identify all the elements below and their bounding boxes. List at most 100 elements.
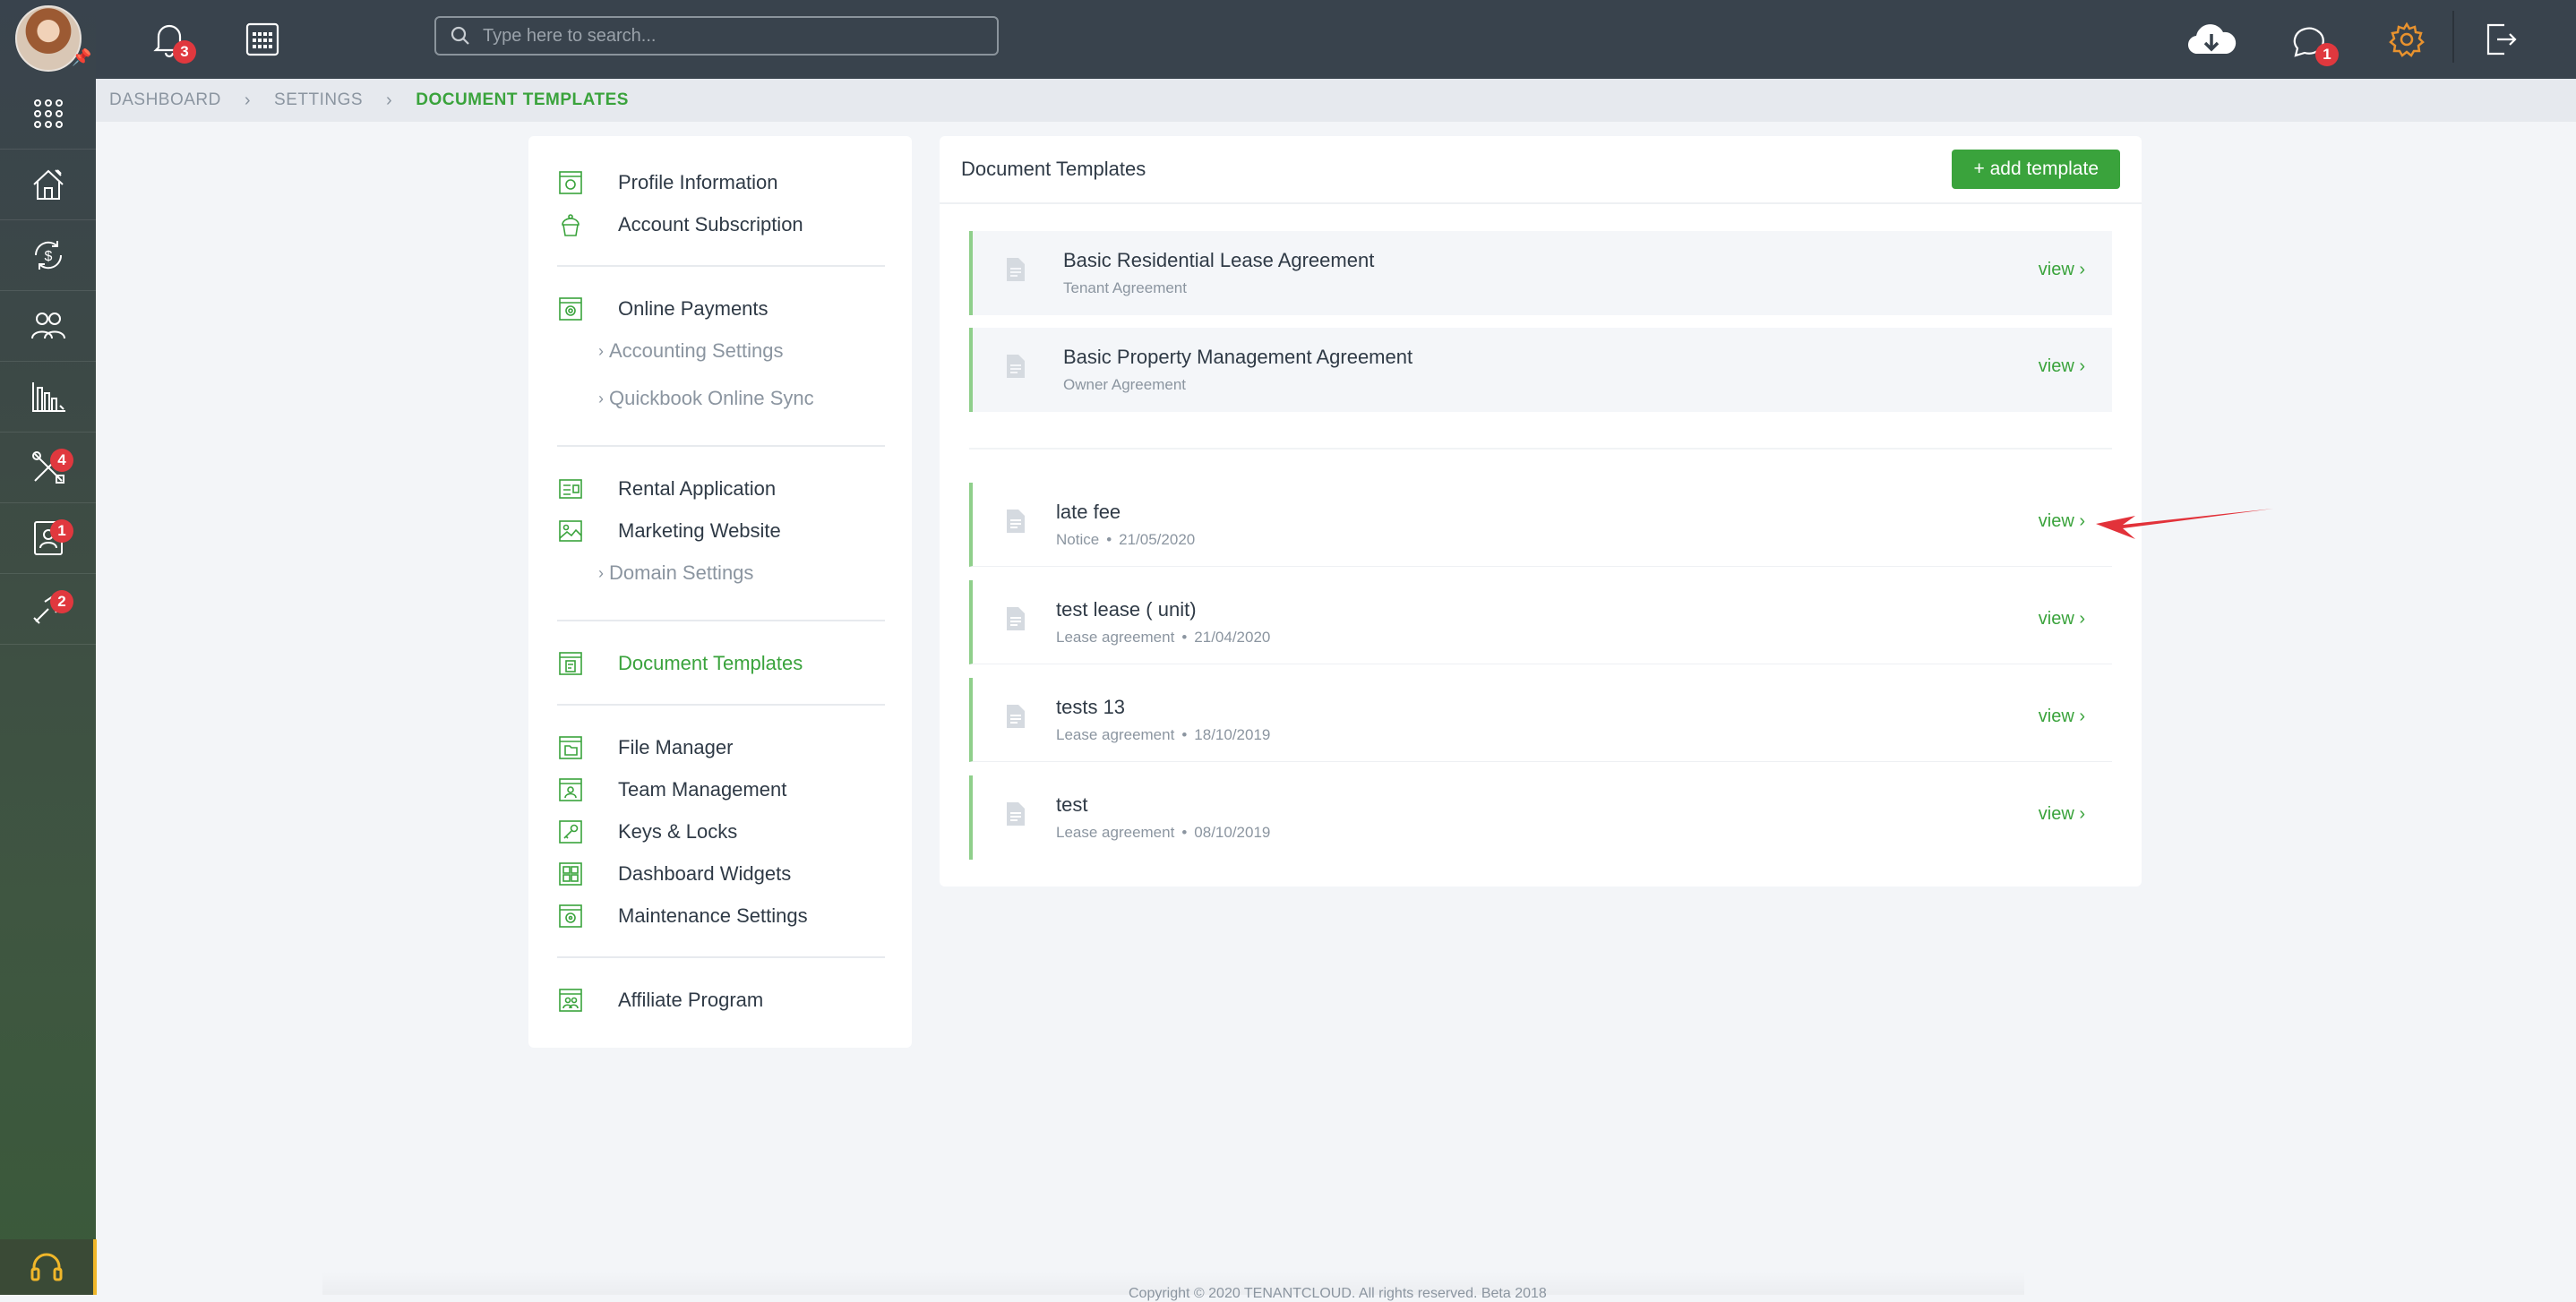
chevron-right-icon: › (2079, 804, 2085, 824)
nav-sub-quickbook-online-sync[interactable]: › Quickbook Online Sync (598, 381, 814, 416)
nav-item-document-templates[interactable]: Document Templates (557, 646, 803, 681)
sidebar-item-tenants[interactable]: 1 (0, 503, 96, 574)
breadcrumb-separator-icon: › (386, 90, 393, 110)
view-link[interactable]: view › (2039, 804, 2085, 825)
nav-divider (557, 704, 885, 706)
widgets-icon (557, 861, 584, 887)
money-cycle-icon: $ (34, 241, 62, 270)
nav-item-marketing-website[interactable]: Marketing Website (557, 513, 781, 549)
template-row[interactable]: test Lease agreement • 08/10/2019 view › (969, 775, 2112, 860)
image-icon (557, 518, 584, 544)
sidebar-item-people[interactable] (0, 291, 96, 362)
view-link[interactable]: view › (2039, 356, 2085, 377)
view-link[interactable]: view › (2039, 260, 2085, 280)
template-meta: Lease agreement • 08/10/2019 (1056, 824, 1271, 841)
add-template-button[interactable]: + add template (1952, 150, 2120, 189)
svg-text:$: $ (44, 249, 52, 264)
template-row[interactable]: late fee Notice • 21/05/2020 view › (969, 483, 2112, 567)
cloud-download-icon (2187, 24, 2237, 55)
template-row[interactable]: Basic Residential Lease Agreement Tenant… (969, 231, 2112, 315)
nav-item-profile-information[interactable]: Profile Information (557, 165, 778, 201)
integrations-badge: 2 (50, 590, 73, 613)
nav-sub-label: Quickbook Online Sync (609, 387, 814, 409)
home-icon (32, 169, 64, 200)
nav-label: Rental Application (618, 477, 777, 500)
chevron-right-icon: › (2079, 511, 2085, 531)
nav-item-account-subscription[interactable]: Account Subscription (557, 207, 803, 243)
sidebar-item-properties[interactable] (0, 150, 96, 220)
sidebar-item-integrations[interactable]: 2 (0, 574, 96, 645)
application-icon (557, 475, 584, 502)
search-input[interactable] (481, 24, 986, 47)
template-name: Basic Residential Lease Agreement (1063, 249, 1375, 271)
nav-item-keys-locks[interactable]: Keys & Locks (557, 814, 737, 850)
support-button[interactable] (0, 1239, 97, 1295)
breadcrumb-settings[interactable]: SETTINGS (274, 90, 363, 110)
bar-chart-icon (31, 382, 65, 412)
nav-item-online-payments[interactable]: Online Payments (557, 291, 769, 327)
template-meta: Notice • 21/05/2020 (1056, 531, 1196, 548)
nav-label: Dashboard Widgets (618, 862, 792, 885)
nav-item-team-management[interactable]: Team Management (557, 772, 786, 808)
template-meta: Lease agreement • 18/10/2019 (1056, 726, 1271, 743)
nav-sub-label: Domain Settings (609, 561, 754, 584)
sidebar-item-reports[interactable] (0, 362, 96, 433)
calendar-icon (245, 22, 279, 56)
chevron-right-icon: › (2079, 260, 2085, 279)
user-avatar-area[interactable]: 📌 (0, 0, 96, 79)
template-row[interactable]: Basic Property Management Agreement Owne… (969, 328, 2112, 412)
logout-button[interactable] (2485, 21, 2517, 57)
nav-item-dashboard-widgets[interactable]: Dashboard Widgets (557, 856, 791, 892)
calendar-button[interactable] (245, 21, 280, 57)
chevron-right-icon: › (2079, 356, 2085, 376)
document-icon (1005, 353, 1026, 384)
template-name: Basic Property Management Agreement (1063, 346, 1413, 368)
panel-header: Document Templates + add template (940, 136, 2142, 204)
view-link[interactable]: view › (2039, 511, 2085, 532)
nav-item-maintenance-settings[interactable]: Maintenance Settings (557, 898, 808, 934)
tenants-badge: 1 (50, 519, 73, 543)
template-name: test (1056, 793, 1088, 816)
settings-button[interactable] (2389, 21, 2425, 57)
nav-label: Marketing Website (618, 519, 781, 542)
document-icon (1005, 508, 1026, 539)
maintenance-icon (557, 903, 584, 929)
breadcrumb-dashboard[interactable]: DASHBOARD (109, 90, 221, 110)
view-link[interactable]: view › (2039, 609, 2085, 630)
sidebar-item-maintenance[interactable]: 4 (0, 433, 96, 503)
breadcrumb: DASHBOARD › SETTINGS › DOCUMENT TEMPLATE… (96, 79, 2576, 122)
search-box[interactable] (434, 16, 999, 56)
nav-sub-label: Accounting Settings (609, 339, 784, 362)
download-button[interactable] (2185, 21, 2237, 57)
messages-badge: 1 (2315, 43, 2339, 66)
template-name: tests 13 (1056, 696, 1126, 718)
chevron-right-icon: › (2079, 707, 2085, 726)
nav-label: File Manager (618, 736, 734, 758)
pin-icon[interactable]: 📌 (72, 48, 91, 67)
template-meta: Lease agreement • 21/04/2020 (1056, 629, 1271, 646)
maintenance-badge: 4 (50, 449, 73, 472)
template-row[interactable]: test lease ( unit) Lease agreement • 21/04… (969, 580, 2112, 664)
document-icon (1005, 801, 1026, 832)
nav-item-file-manager[interactable]: File Manager (557, 730, 733, 766)
notifications-button[interactable]: 3 (151, 21, 196, 64)
team-icon (557, 776, 584, 803)
nav-item-affiliate-program[interactable]: Affiliate Program (557, 982, 763, 1018)
sidebar-item-payments[interactable]: $ (0, 220, 96, 291)
nav-item-rental-application[interactable]: Rental Application (557, 471, 776, 507)
panel-title: Document Templates (961, 158, 1146, 180)
nav-divider (557, 265, 885, 267)
nav-sub-domain-settings[interactable]: › Domain Settings (598, 555, 753, 591)
document-icon (1005, 605, 1026, 637)
chevron-right-icon: › (598, 563, 604, 582)
messages-button[interactable]: 1 (2292, 21, 2339, 66)
nav-label: Account Subscription (618, 213, 803, 236)
nav-divider (557, 956, 885, 958)
template-row[interactable]: tests 13 Lease agreement • 18/10/2019 view… (969, 678, 2112, 762)
view-link[interactable]: view › (2039, 707, 2085, 727)
sidebar-item-apps[interactable] (0, 79, 96, 150)
nav-sub-accounting-settings[interactable]: › Accounting Settings (598, 333, 783, 369)
logout-icon (2486, 23, 2517, 56)
key-icon (557, 818, 584, 845)
nav-divider (557, 445, 885, 447)
